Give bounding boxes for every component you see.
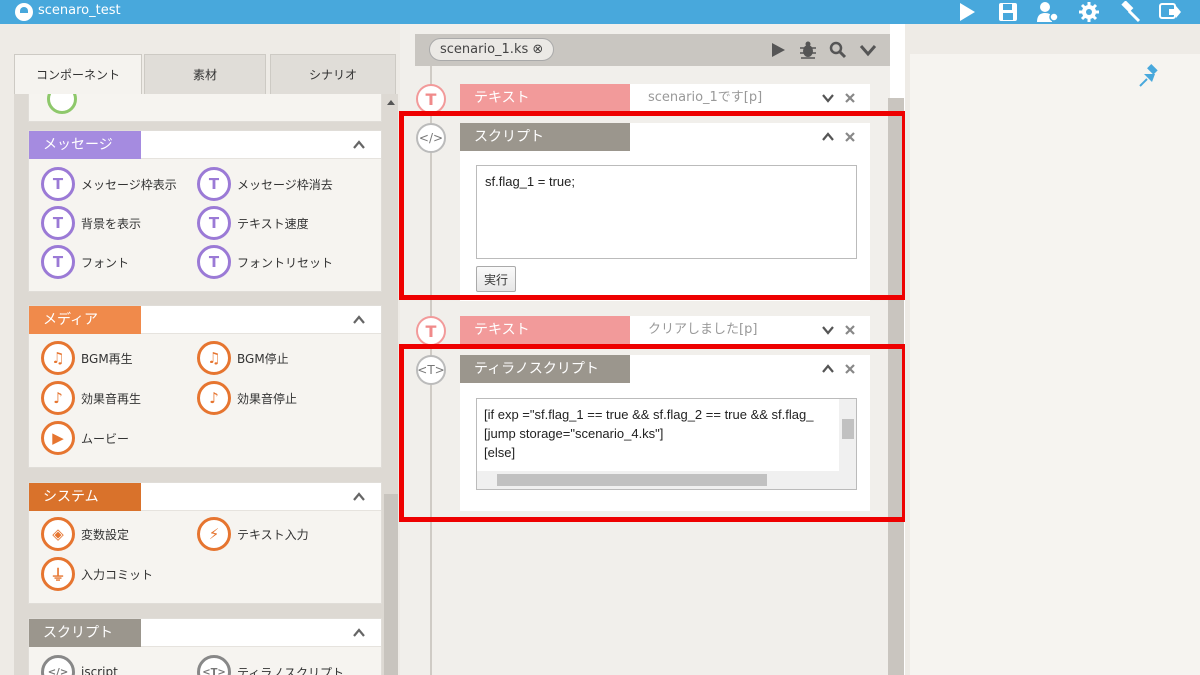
category-message: メッセージ T メッセージ枠表示 T メッセージ枠消去 T 背景を表示 T テキスト速度…	[28, 130, 382, 292]
category-header[interactable]: メッセージ	[29, 131, 381, 159]
lightning-icon: ⚡	[197, 517, 231, 551]
component-tyrano-script[interactable]: <T> ティラノスクリプト	[197, 655, 344, 675]
component-input-commit[interactable]: ⏚ 入力コミット	[41, 557, 153, 591]
block-label: テキスト	[460, 84, 630, 112]
save-icon[interactable]	[996, 1, 1020, 23]
category-label: メッセージ	[29, 131, 141, 159]
text-node-icon: T	[416, 84, 446, 114]
category-header[interactable]: メディア	[29, 306, 381, 334]
chevron-up-icon[interactable]	[353, 491, 365, 503]
component-panel: コンポーネント 素材 シナリオ メッセージ T メッセージ枠表示 T メッセージ枠消…	[14, 54, 398, 675]
font-icon: T	[41, 245, 75, 279]
preview-panel	[905, 24, 1200, 675]
message-hide-icon: T	[197, 167, 231, 201]
component-message-hide[interactable]: T メッセージ枠消去	[197, 167, 333, 201]
build-hammer-icon[interactable]	[1118, 1, 1142, 23]
close-tab-icon[interactable]: ⊗	[532, 42, 543, 57]
variable-icon: ◈	[41, 517, 75, 551]
tyrano-tag-icon: <T>	[197, 655, 231, 675]
file-bar: scenario_1.ks ⊗	[415, 34, 890, 66]
component-background[interactable]: T 背景を表示	[41, 206, 141, 240]
scroll-up-icon[interactable]	[387, 100, 395, 105]
debug-bug-icon[interactable]	[798, 40, 818, 60]
block-value: クリアしました[p]	[648, 322, 758, 337]
chevron-down-icon[interactable]	[822, 92, 834, 104]
block-value: scenario_1です[p]	[648, 90, 763, 105]
play-icon[interactable]	[955, 1, 979, 23]
user-settings-icon[interactable]	[1036, 1, 1060, 23]
file-tab[interactable]: scenario_1.ks ⊗	[429, 38, 555, 61]
bgm-play-icon: ♫	[41, 341, 75, 375]
category-header[interactable]: システム	[29, 483, 381, 511]
category-system: システム ◈ 変数設定 ⚡ テキスト入力 ⏚ 入力コミット	[28, 482, 382, 604]
close-icon[interactable]	[844, 324, 856, 336]
component-bgm-stop[interactable]: ♫ BGM停止	[197, 341, 289, 375]
app-icon	[15, 3, 33, 21]
file-tab-label: scenario_1.ks	[440, 42, 529, 57]
component-se-play[interactable]: ♪ 効果音再生	[41, 381, 141, 415]
gear-icon[interactable]	[1077, 1, 1101, 23]
category-partial	[28, 94, 382, 122]
se-stop-icon: ♪	[197, 381, 231, 415]
message-show-icon: T	[41, 167, 75, 201]
component-iscript[interactable]: </> iscript	[41, 655, 118, 675]
export-icon[interactable]	[1158, 1, 1182, 23]
search-icon[interactable]	[828, 40, 848, 60]
background-icon: T	[41, 206, 75, 240]
chevron-down-icon[interactable]	[858, 40, 878, 60]
chevron-up-icon[interactable]	[353, 139, 365, 151]
bgm-stop-icon: ♫	[197, 341, 231, 375]
app-title: scenaro_test	[38, 3, 121, 18]
chevron-up-icon[interactable]	[353, 627, 365, 639]
category-script: スクリプト </> iscript <T> ティラノスクリプト	[28, 618, 382, 675]
se-play-icon: ♪	[41, 381, 75, 415]
preview-play-icon[interactable]	[768, 40, 788, 60]
category-label: メディア	[29, 306, 141, 334]
pin-icon[interactable]	[1138, 64, 1162, 88]
highlight-box-script	[399, 111, 907, 300]
category-header[interactable]: スクリプト	[29, 619, 381, 647]
category-media: メディア ♫ BGM再生 ♫ BGM停止 ♪ 効果音再生 ♪ 効果音停止 ▶ ムービー	[28, 305, 382, 468]
chevron-down-icon[interactable]	[822, 324, 834, 336]
component-message-show[interactable]: T メッセージ枠表示	[41, 167, 177, 201]
component-list: メッセージ T メッセージ枠表示 T メッセージ枠消去 T 背景を表示 T テキスト速度…	[14, 94, 384, 675]
component-tabs: コンポーネント 素材 シナリオ	[14, 54, 398, 94]
code-icon: </>	[41, 655, 75, 675]
font-reset-icon: T	[197, 245, 231, 279]
highlight-box-tyrano	[399, 344, 907, 522]
scroll-thumb[interactable]	[384, 494, 398, 675]
block-label: テキスト	[460, 316, 630, 344]
chevron-up-icon[interactable]	[353, 314, 365, 326]
editor-toolbar	[768, 40, 878, 60]
tab-assets[interactable]: 素材	[144, 54, 266, 94]
tab-scenario[interactable]: シナリオ	[270, 54, 396, 94]
close-icon[interactable]	[844, 92, 856, 104]
component-variable[interactable]: ◈ 変数設定	[41, 517, 129, 551]
left-scrollbar[interactable]	[384, 94, 398, 675]
text-node-icon: T	[416, 316, 446, 346]
movie-icon: ▶	[41, 421, 75, 455]
component-text-input[interactable]: ⚡ テキスト入力	[197, 517, 309, 551]
component-font-reset[interactable]: T フォントリセット	[197, 245, 333, 279]
component-se-stop[interactable]: ♪ 効果音停止	[197, 381, 297, 415]
preview-area	[910, 54, 1200, 675]
component-bgm-play[interactable]: ♫ BGM再生	[41, 341, 133, 375]
category-label: システム	[29, 483, 141, 511]
component-movie[interactable]: ▶ ムービー	[41, 421, 129, 455]
component-text-speed[interactable]: T テキスト速度	[197, 206, 309, 240]
component-font[interactable]: T フォント	[41, 245, 129, 279]
title-bar: scenaro_test	[0, 0, 1200, 24]
tab-components[interactable]: コンポーネント	[14, 54, 142, 94]
block-text-1[interactable]: テキスト scenario_1です[p]	[460, 84, 870, 112]
category-label: スクリプト	[29, 619, 141, 647]
component-icon	[47, 94, 77, 114]
block-text-2[interactable]: テキスト クリアしました[p]	[460, 316, 870, 344]
plug-icon: ⏚	[41, 557, 75, 591]
text-speed-icon: T	[197, 206, 231, 240]
